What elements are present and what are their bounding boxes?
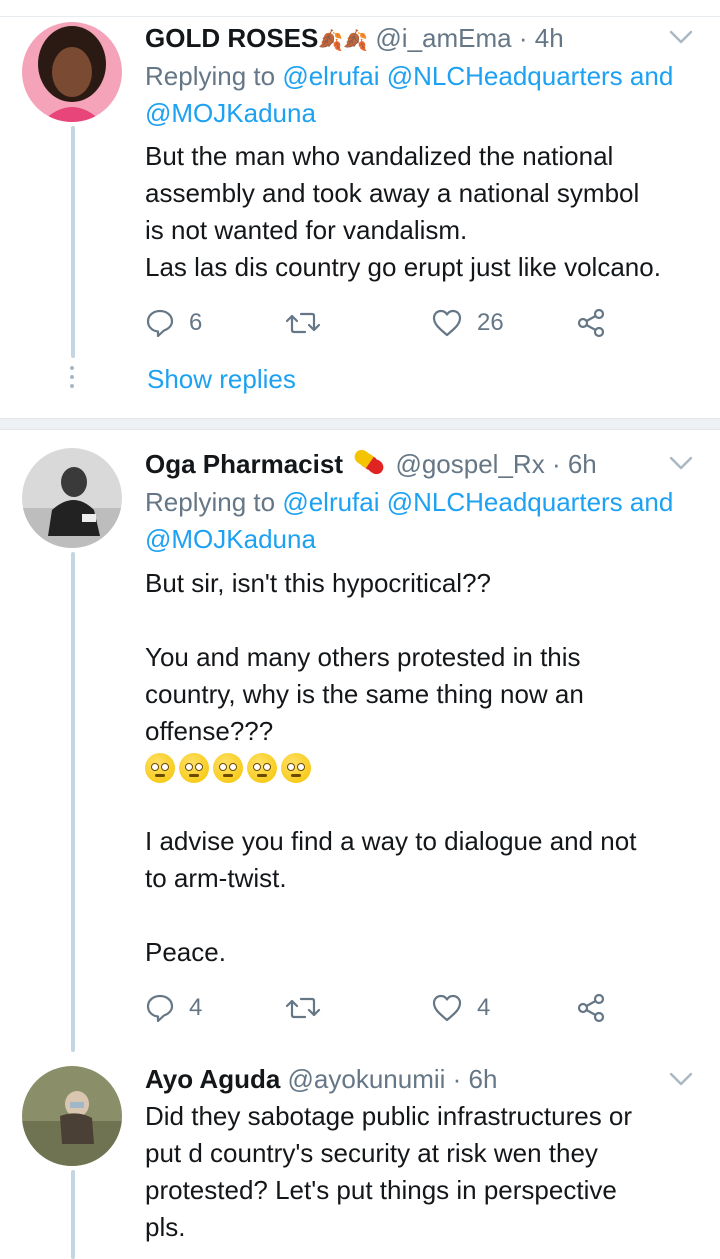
thread-line — [71, 552, 75, 1052]
emoji-row: 🙄🙄🙄🙄🙄 — [145, 753, 315, 789]
thread-line — [71, 126, 75, 358]
thread-line — [71, 1170, 75, 1259]
retweet-button[interactable] — [285, 303, 335, 343]
face-emoji — [213, 753, 243, 783]
chevron-down-icon[interactable] — [668, 450, 694, 476]
action-bar: 4 4 — [145, 988, 625, 1028]
reply-icon — [146, 309, 174, 338]
username[interactable]: @i_amEma — [375, 23, 511, 53]
share-button[interactable] — [575, 988, 621, 1028]
like-button[interactable]: 4 — [431, 988, 490, 1028]
face-emoji — [145, 753, 175, 783]
replying-to: Replying to @elrufai @NLCHeadquarters an… — [145, 484, 673, 558]
face-emoji — [281, 753, 311, 783]
more-replies-dots — [70, 366, 74, 393]
mention-link[interactable]: @MOJKaduna — [145, 98, 316, 128]
retweet-icon — [285, 312, 321, 334]
chevron-down-icon[interactable] — [668, 1066, 694, 1092]
reply-button[interactable]: 4 — [145, 988, 202, 1028]
username[interactable]: @gospel_Rx — [395, 449, 544, 479]
pill-icon — [354, 449, 384, 474]
share-button[interactable] — [575, 303, 621, 343]
tweet-header: Oga Pharmacist @gospel_Rx · 6h — [145, 446, 597, 486]
reply-button[interactable]: 6 — [145, 303, 202, 343]
display-name[interactable]: GOLD ROSES — [145, 23, 318, 53]
retweet-button[interactable] — [285, 988, 335, 1028]
display-name[interactable]: Oga Pharmacist — [145, 449, 343, 479]
replying-prefix: Replying to — [145, 487, 276, 517]
tweet-text-continued: I advise you find a way to dialogue and … — [145, 826, 637, 967]
replying-prefix: Replying to — [145, 61, 276, 91]
replying-to: Replying to @elrufai @NLCHeadquarters an… — [145, 58, 673, 132]
tweet-header: GOLD ROSES🍂🍂 @i_amEma · 4h — [145, 20, 564, 59]
like-count: 4 — [477, 994, 491, 1021]
mention-links[interactable]: @elrufai @NLCHeadquarters and — [282, 487, 673, 517]
like-icon — [432, 994, 462, 1022]
name-emoji: 🍂🍂 — [318, 30, 369, 52]
timestamp[interactable]: · 6h — [552, 449, 597, 479]
tweet-text: But sir, isn't this hypocritical?? You a… — [145, 568, 584, 746]
face-emoji — [179, 753, 209, 783]
username[interactable]: @ayokunumii — [288, 1064, 446, 1094]
thread-separator — [0, 418, 720, 430]
pill-emoji — [350, 447, 388, 486]
share-icon — [577, 308, 605, 338]
reply-count: 4 — [189, 994, 203, 1021]
timestamp[interactable]: · 4h — [519, 23, 564, 53]
like-icon — [432, 309, 462, 337]
chevron-down-icon[interactable] — [668, 24, 694, 50]
share-icon — [577, 993, 605, 1023]
avatar-ayo-aguda[interactable] — [22, 1066, 122, 1166]
like-count: 26 — [477, 309, 504, 336]
avatar-gold-roses[interactable] — [22, 22, 122, 122]
like-button[interactable]: 26 — [431, 303, 504, 343]
show-replies-link[interactable]: Show replies — [147, 364, 296, 395]
retweet-icon — [285, 997, 321, 1019]
mention-link[interactable]: @MOJKaduna — [145, 524, 316, 554]
reply-icon — [146, 994, 174, 1023]
tweet-text: But the man who vandalized the national … — [145, 141, 661, 282]
mention-links[interactable]: @elrufai @NLCHeadquarters and — [282, 61, 673, 91]
avatar-oga-pharmacist[interactable] — [22, 448, 122, 548]
timestamp[interactable]: · 6h — [453, 1064, 498, 1094]
action-bar: 6 26 — [145, 303, 625, 343]
reply-count: 6 — [189, 309, 203, 336]
top-divider — [0, 16, 720, 17]
face-emoji — [247, 753, 277, 783]
display-name[interactable]: Ayo Aguda — [145, 1064, 280, 1094]
tweet-text: Did they sabotage public infrastructures… — [145, 1101, 633, 1242]
tweet-header: Ayo Aguda @ayokunumii · 6h — [145, 1061, 497, 1097]
